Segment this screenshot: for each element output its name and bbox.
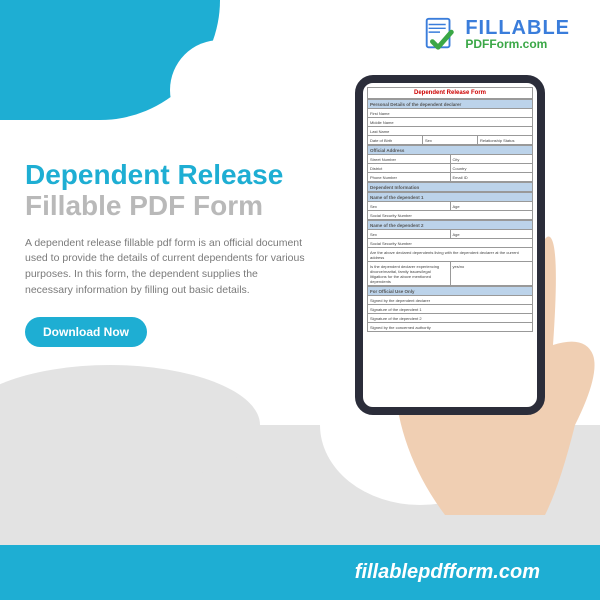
form-section-header: Name of the dependent 2 (367, 220, 533, 230)
form-cell: Signed by the dependent declarer (368, 296, 533, 305)
footer-url[interactable]: fillablepdfform.com (355, 561, 540, 584)
form-row: Are the above declared dependents living… (367, 248, 533, 262)
form-cell: Is the dependent declarer experiencing d… (368, 262, 451, 286)
logo-icon (421, 15, 459, 53)
footer-bar: fillablepdfform.com (0, 545, 600, 600)
hero-title-line1: Dependent Release (25, 160, 305, 191)
form-section-header: Dependent Information (367, 182, 533, 192)
form-cell: Signed by the concerned authority (368, 323, 533, 332)
hero-title-line2: Fillable PDF Form (25, 191, 305, 222)
form-row: Is the dependent declarer experiencing d… (367, 262, 533, 286)
form-cell: Are the above declared dependents living… (368, 248, 533, 262)
form-row: Signature of the dependent 2 (367, 314, 533, 323)
form-cell: Social Security Number (368, 211, 533, 220)
form-cell: Sex (423, 136, 478, 145)
form-cell: Country (451, 164, 534, 173)
hero-description: A dependent release fillable pdf form is… (25, 236, 305, 299)
form-row: SexAge (367, 202, 533, 211)
form-row: Phone NumberEmail ID (367, 173, 533, 182)
decorative-wave-top (0, 0, 220, 120)
form-cell: Phone Number (368, 173, 451, 182)
form-section-header: For Official Use Only (367, 286, 533, 296)
form-section-header: Name of the dependent 1 (367, 192, 533, 202)
hero-content: Dependent Release Fillable PDF Form A de… (25, 160, 305, 347)
form-cell: Date of Birth (368, 136, 423, 145)
form-cell: Relationship Status (478, 136, 533, 145)
form-cell: Sex (368, 230, 451, 239)
form-section-header: Personal Details of the dependent declar… (367, 99, 533, 109)
form-preview: Dependent Release Form Personal Details … (363, 83, 537, 336)
form-cell: Street Number (368, 155, 451, 164)
form-row: Signature of the dependent 1 (367, 305, 533, 314)
form-cell: Last Name (368, 127, 533, 136)
form-cell: District (368, 164, 451, 173)
phone-mockup: Dependent Release Form Personal Details … (325, 75, 585, 505)
form-cell: Age (451, 230, 534, 239)
form-row: DistrictCountry (367, 164, 533, 173)
form-row: Signed by the dependent declarer (367, 296, 533, 305)
logo-line2: PDFForm.com (465, 38, 570, 50)
form-row: Middle Name (367, 118, 533, 127)
form-row: Date of BirthSexRelationship Status (367, 136, 533, 145)
form-section-header: Official Address (367, 145, 533, 155)
form-cell: Email ID (451, 173, 534, 182)
form-cell: City (451, 155, 534, 164)
download-button[interactable]: Download Now (25, 317, 147, 347)
form-cell: Sex (368, 202, 451, 211)
logo-text: FILLABLE PDFForm.com (465, 18, 570, 50)
form-title: Dependent Release Form (367, 87, 533, 99)
form-cell: Middle Name (368, 118, 533, 127)
form-cell: First Name (368, 109, 533, 118)
form-row: Last Name (367, 127, 533, 136)
form-cell: Age (451, 202, 534, 211)
logo-line1: FILLABLE (465, 18, 570, 38)
form-row: Signed by the concerned authority (367, 323, 533, 332)
form-row: SexAge (367, 230, 533, 239)
form-cell: Social Security Number (368, 239, 533, 248)
form-cell: Signature of the dependent 2 (368, 314, 533, 323)
form-row: Street NumberCity (367, 155, 533, 164)
brand-logo[interactable]: FILLABLE PDFForm.com (421, 15, 570, 53)
form-cell: yes/no (451, 262, 534, 286)
form-cell: Signature of the dependent 1 (368, 305, 533, 314)
phone-frame: Dependent Release Form Personal Details … (355, 75, 545, 415)
form-row: Social Security Number (367, 239, 533, 248)
form-row: First Name (367, 109, 533, 118)
form-row: Social Security Number (367, 211, 533, 220)
